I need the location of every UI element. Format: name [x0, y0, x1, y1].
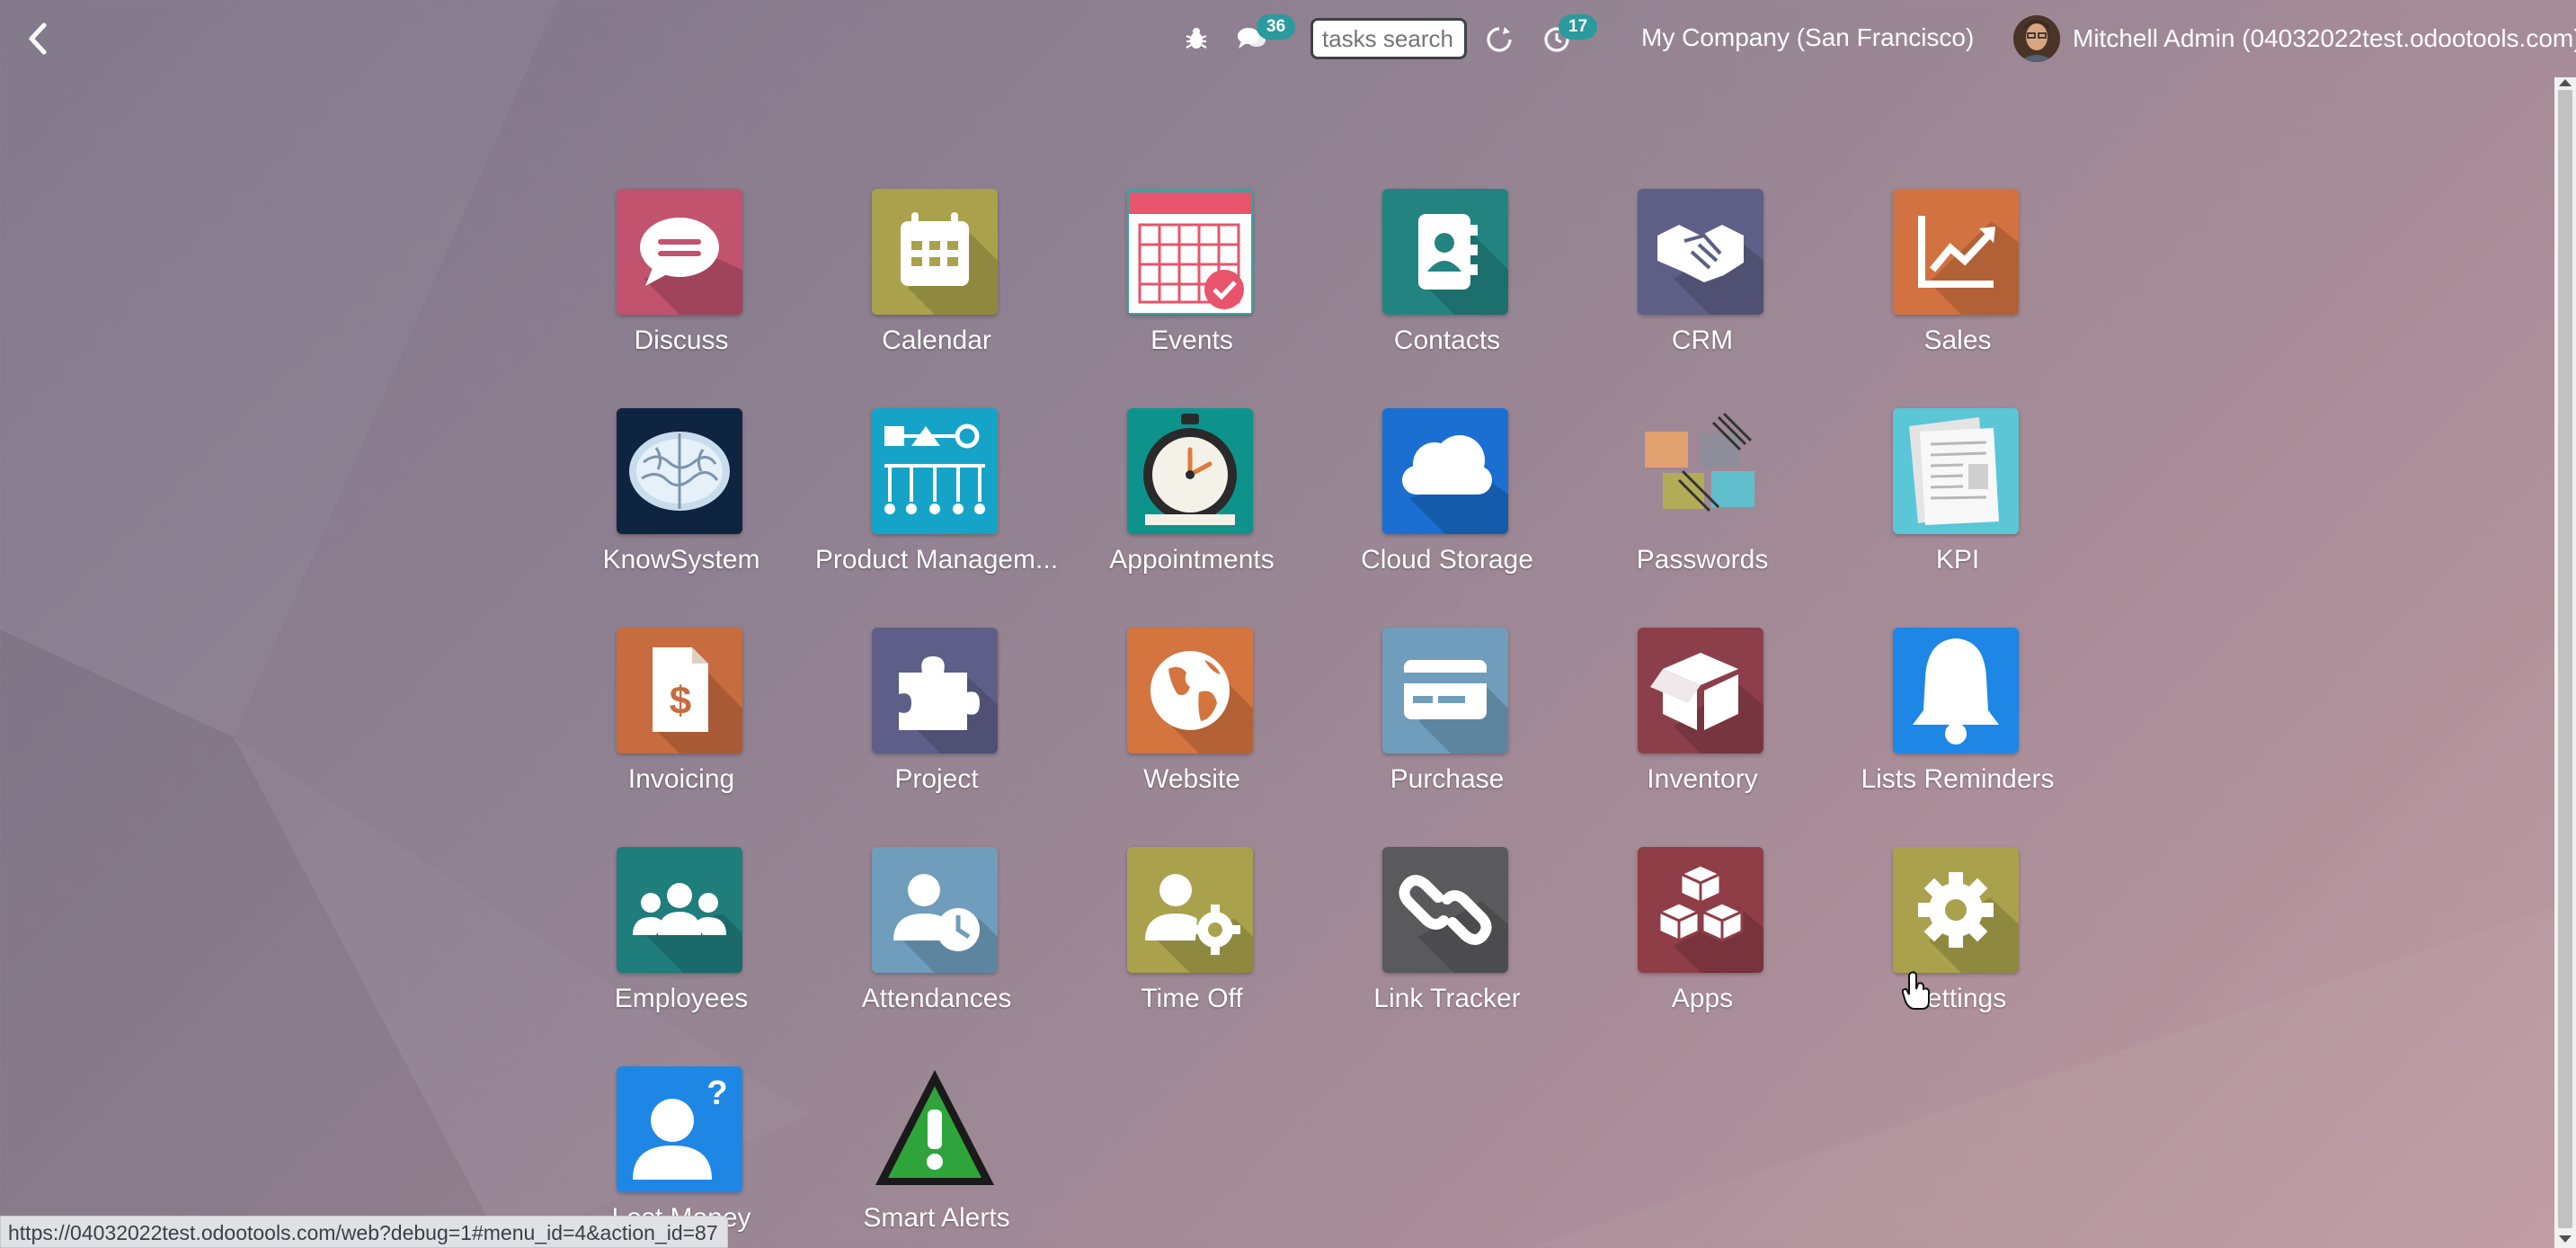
messages-badge: 36: [1257, 14, 1296, 40]
app-label: CRM: [1671, 325, 1734, 355]
bell-icon: [1893, 628, 2019, 753]
app-label: Passwords: [1636, 545, 1769, 575]
app-label: KPI: [1935, 545, 1980, 575]
app-sales[interactable]: Sales: [1830, 189, 2085, 396]
gear-icon: [1893, 847, 2019, 973]
discuss-icon: [617, 189, 742, 315]
app-events[interactable]: Events: [1064, 189, 1319, 396]
app-label: Cloud Storage: [1361, 545, 1533, 575]
app-label: Contacts: [1393, 325, 1501, 355]
hand-cursor-icon: [1902, 971, 1930, 1010]
app-project[interactable]: Project: [809, 628, 1064, 834]
app-knowsystem[interactable]: KnowSystem: [554, 408, 809, 615]
scrollbar[interactable]: [2554, 77, 2576, 1248]
app-label: Events: [1150, 325, 1233, 355]
app-label: Settings: [1908, 984, 2007, 1013]
app-label: Employees: [614, 984, 749, 1013]
cubes-icon: [1638, 847, 1763, 973]
scroll-up-arrow-icon[interactable]: [2559, 79, 2572, 86]
app-label: Appointments: [1109, 545, 1275, 575]
users-group-icon: [617, 847, 742, 973]
app-label: Discuss: [634, 325, 729, 355]
app-label: Inventory: [1647, 764, 1758, 794]
user-name: Mitchell Admin (04032022test.odootools.c…: [2073, 24, 2576, 52]
user-clock-icon: [872, 847, 998, 973]
padlocks-icon: [1638, 408, 1763, 534]
app-passwords[interactable]: Passwords: [1575, 408, 1830, 615]
chart-trend-icon: [1893, 189, 2019, 315]
user-gear-icon: [1127, 847, 1253, 973]
app-attendances[interactable]: Attendances: [809, 847, 1064, 1054]
background-facets: [0, 0, 2576, 1248]
open-box-icon: [1638, 628, 1763, 753]
company-switcher[interactable]: My Company (San Francisco): [1641, 23, 1974, 52]
app-time-off[interactable]: Time Off: [1064, 847, 1319, 1054]
activities-badge: 17: [1559, 14, 1598, 40]
tasks-search-input[interactable]: [1310, 18, 1467, 59]
app-smart-alerts[interactable]: Smart Alerts: [809, 1066, 1064, 1248]
user-question-icon: ?: [617, 1066, 742, 1192]
app-label: Invoicing: [627, 764, 735, 794]
app-calendar[interactable]: Calendar: [809, 189, 1064, 396]
activities-button[interactable]: 17: [1542, 14, 1598, 56]
back-button[interactable]: [20, 18, 56, 59]
app-label: Apps: [1671, 984, 1734, 1013]
app-label: Sales: [1923, 325, 1992, 355]
app-cloud-storage[interactable]: Cloud Storage: [1319, 408, 1575, 615]
app-settings[interactable]: Settings: [1830, 847, 2085, 1054]
app-label: Link Tracker: [1373, 984, 1521, 1013]
invoice-dollar-icon: $: [617, 628, 742, 753]
app-label: Website: [1143, 764, 1240, 794]
app-label: Calendar: [882, 325, 991, 355]
messages-button[interactable]: 36: [1237, 14, 1296, 56]
svg-text:$: $: [670, 679, 691, 723]
app-appointments[interactable]: Appointments: [1064, 408, 1319, 615]
app-label: Product Managem...: [814, 545, 1059, 575]
app-label: Project: [894, 764, 979, 794]
app-crm[interactable]: CRM: [1575, 189, 1830, 396]
newspaper-icon: [1893, 408, 2019, 534]
svg-text:?: ?: [706, 1074, 727, 1112]
puzzle-icon: [872, 628, 998, 753]
app-label: Purchase: [1390, 764, 1505, 794]
debug-bug-icon[interactable]: [1183, 25, 1210, 57]
top-bar: 36 17 My Company (San Francisco) Mitch: [0, 0, 2576, 77]
warning-triangle-icon: [872, 1066, 998, 1192]
contacts-addressbook-icon: [1382, 189, 1508, 315]
scroll-down-arrow-icon[interactable]: [2559, 1235, 2572, 1243]
app-website[interactable]: Website: [1064, 628, 1319, 834]
app-label: Smart Alerts: [863, 1203, 1010, 1233]
app-employees[interactable]: Employees: [554, 847, 809, 1054]
app-product-management[interactable]: Product Managem...: [809, 408, 1064, 615]
app-apps[interactable]: Apps: [1575, 847, 1830, 1054]
avatar: [2013, 15, 2060, 62]
app-link-tracker[interactable]: Link Tracker: [1319, 847, 1575, 1054]
app-purchase[interactable]: Purchase: [1319, 628, 1575, 834]
chevron-left-icon: [29, 22, 47, 55]
globe-icon: [1127, 628, 1253, 753]
link-chain-icon: [1382, 847, 1508, 973]
calendar-icon: [872, 189, 998, 315]
app-label: KnowSystem: [602, 545, 760, 575]
brain-icon: [617, 408, 742, 534]
stopwatch-icon: [1127, 408, 1253, 534]
status-bar-url: https://04032022test.odootools.com/web?d…: [0, 1216, 728, 1248]
app-kpi[interactable]: KPI: [1830, 408, 2085, 615]
credit-card-icon: [1382, 628, 1508, 753]
handshake-icon: [1638, 189, 1763, 315]
app-label: Time Off: [1141, 984, 1243, 1013]
app-invoicing[interactable]: $ Invoicing: [554, 628, 809, 834]
cloud-icon: [1382, 408, 1508, 534]
refresh-icon[interactable]: [1485, 25, 1514, 58]
scroll-thumb[interactable]: [2558, 90, 2572, 1228]
app-lists-reminders[interactable]: Lists Reminders: [1830, 628, 2085, 834]
flowchart-icon: [872, 408, 998, 534]
app-inventory[interactable]: Inventory: [1575, 628, 1830, 834]
app-label: Lists Reminders: [1861, 764, 2055, 794]
app-label: Attendances: [861, 984, 1012, 1013]
events-calendar-check-icon: [1127, 189, 1253, 315]
app-contacts[interactable]: Contacts: [1319, 189, 1575, 396]
user-menu[interactable]: Mitchell Admin (04032022test.odootools.c…: [2013, 14, 2576, 63]
app-discuss[interactable]: Discuss: [554, 189, 809, 396]
